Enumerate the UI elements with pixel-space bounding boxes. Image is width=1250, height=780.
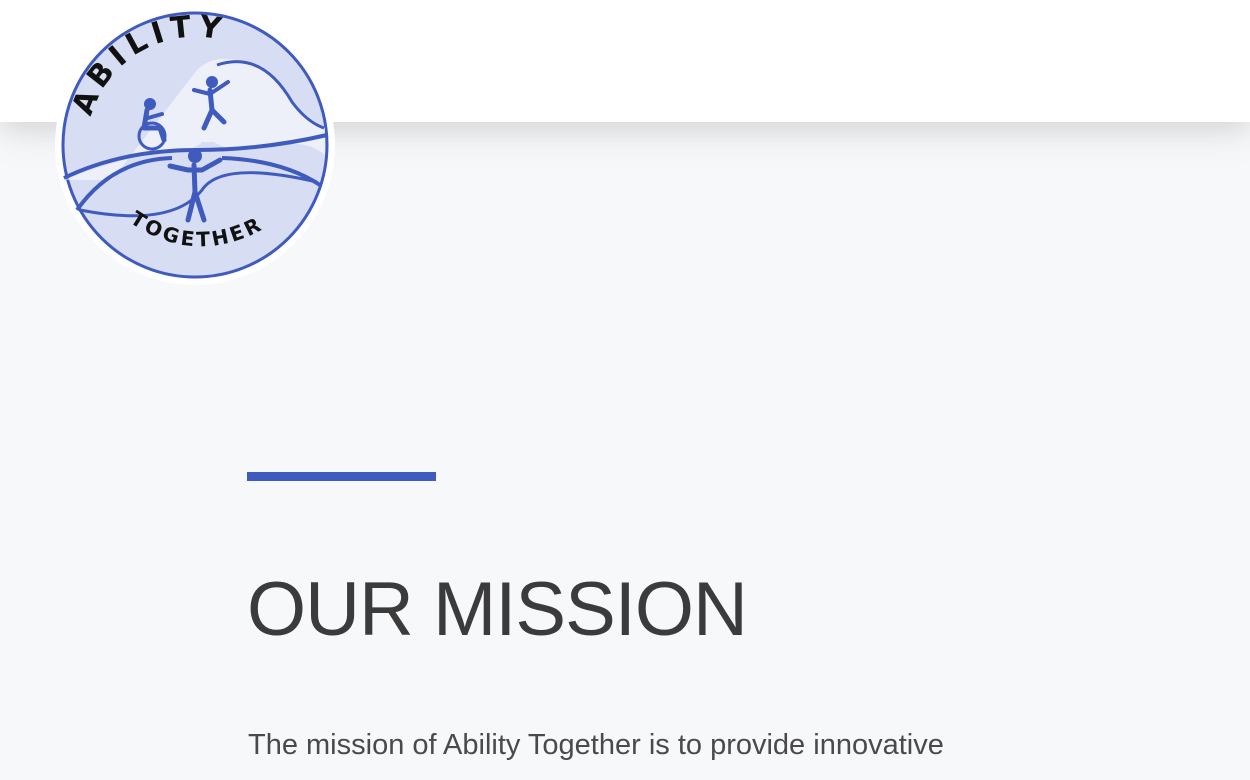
page: ABILITY TOGETHER OUR MISSION The mission… xyxy=(0,0,1250,780)
ability-together-logo: ABILITY TOGETHER xyxy=(55,10,335,285)
ability-together-logo-link[interactable]: ABILITY TOGETHER xyxy=(52,10,338,290)
